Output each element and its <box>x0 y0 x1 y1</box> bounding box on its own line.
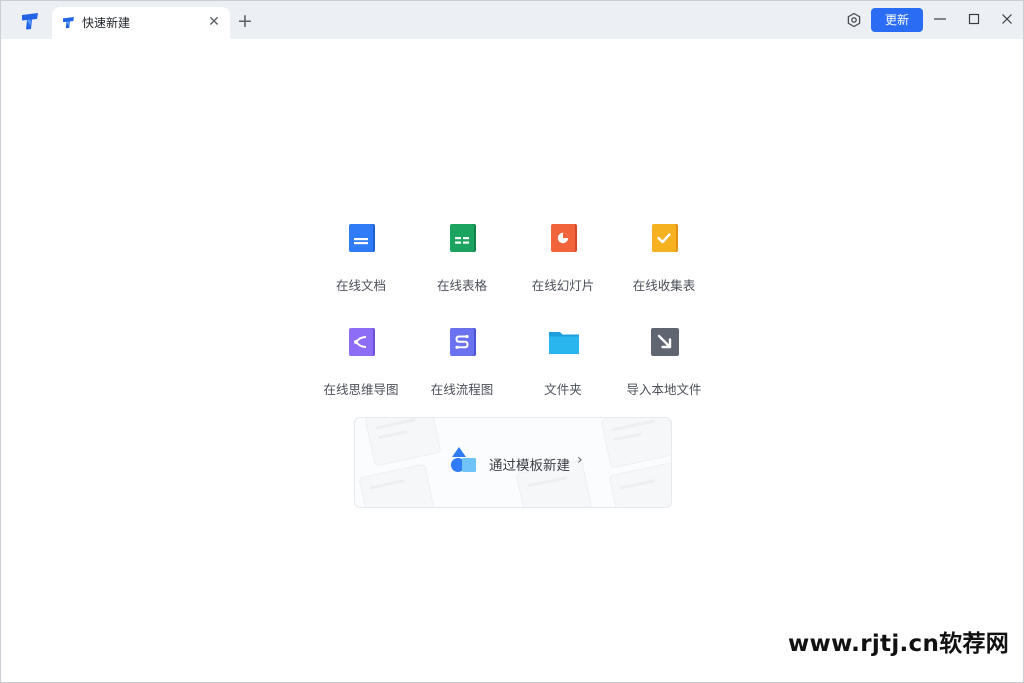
tile-online-sheet[interactable]: 在线表格 <box>407 222 517 312</box>
minimize-icon[interactable] <box>931 10 949 28</box>
spreadsheet-icon <box>450 224 476 252</box>
tencent-docs-logo-icon[interactable] <box>19 10 41 32</box>
gear-icon[interactable] <box>846 12 862 28</box>
tab-quick-create[interactable]: 快速新建 ✕ <box>52 7 230 39</box>
tile-label: 在线表格 <box>436 278 487 293</box>
title-bar: 快速新建 ✕ + 更新 <box>1 1 1023 39</box>
tile-online-flowchart[interactable]: 在线流程图 <box>407 326 517 416</box>
flowchart-icon <box>450 328 476 356</box>
mindmap-icon <box>349 328 375 356</box>
update-button[interactable]: 更新 <box>871 8 923 32</box>
tile-online-doc[interactable]: 在线文档 <box>306 222 416 312</box>
slides-icon <box>551 224 577 252</box>
template-preview <box>608 461 671 507</box>
chevron-right-icon: › <box>577 452 583 468</box>
close-icon[interactable] <box>998 10 1016 28</box>
template-shapes-icon <box>451 447 476 472</box>
quick-create-panel: 在线文档 在线表格 在线幻灯片 在线收集表 在线思维导图 在线流程图 文件夹 导… <box>1 39 1023 682</box>
tab-close-icon[interactable]: ✕ <box>206 14 222 30</box>
site-watermark: www.rjtj.cn软荐网 <box>788 631 1010 657</box>
tile-label: 在线收集表 <box>632 278 696 293</box>
app-window: 快速新建 ✕ + 更新 在线文档 在线表格 在线幻灯片 在线收集表 在线思维导图… <box>0 0 1024 683</box>
tile-label: 在线幻灯片 <box>531 278 595 293</box>
tile-label: 导入本地文件 <box>626 382 702 397</box>
template-label: 通过模板新建 <box>489 458 570 474</box>
tile-label: 在线思维导图 <box>323 382 399 397</box>
document-icon <box>349 224 375 252</box>
template-preview <box>358 463 436 507</box>
tab-title: 快速新建 <box>82 16 131 30</box>
folder-icon <box>549 332 579 354</box>
tile-online-mindmap[interactable]: 在线思维导图 <box>306 326 416 416</box>
tile-label: 在线流程图 <box>430 382 494 397</box>
maximize-icon[interactable] <box>965 10 983 28</box>
tile-import-local-file[interactable]: 导入本地文件 <box>609 326 719 416</box>
import-file-icon <box>651 328 679 356</box>
template-preview <box>364 418 442 467</box>
template-preview <box>600 418 671 469</box>
tencent-docs-logo-icon <box>63 17 74 29</box>
create-from-template-button[interactable]: 通过模板新建 › <box>354 417 672 508</box>
form-icon <box>652 224 678 252</box>
tile-folder[interactable]: 文件夹 <box>508 326 618 416</box>
tile-online-slides[interactable]: 在线幻灯片 <box>508 222 618 312</box>
tile-label: 在线文档 <box>335 278 386 293</box>
tile-label: 文件夹 <box>544 382 582 397</box>
tile-online-form[interactable]: 在线收集表 <box>609 222 719 312</box>
new-tab-button[interactable]: + <box>236 11 254 31</box>
